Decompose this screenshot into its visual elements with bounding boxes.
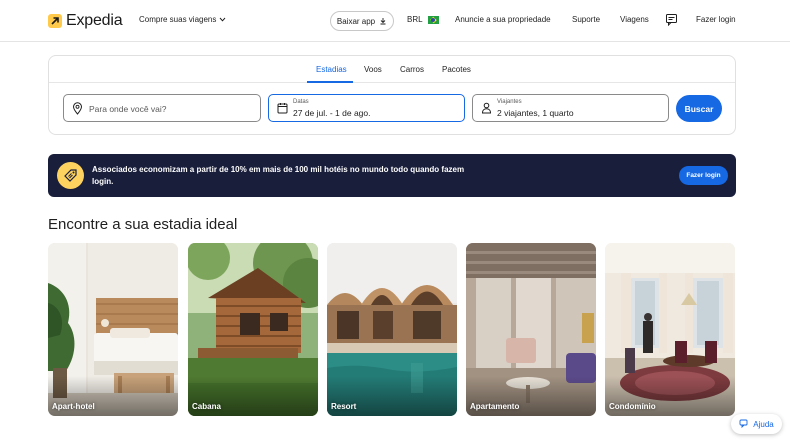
help-chat-icon [739,419,748,429]
member-promo-banner: Associados economizam a partir de 10% em… [48,154,736,197]
top-header: Expedia Compre suas viagens Baixar app B… [0,0,790,42]
active-tab-indicator [307,81,353,83]
trip-menu[interactable]: Compre suas viagens [139,15,226,24]
stay-card-label: Condomínio [609,402,656,411]
destination-field[interactable]: Para onde você vai? [63,94,261,122]
tab-cars[interactable]: Carros [400,65,424,74]
stay-card-apart-hotel[interactable]: Apart-hotel [48,243,178,416]
chevron-down-icon [220,17,226,22]
tag-icon [57,162,84,189]
tab-packages[interactable]: Pacotes [442,65,471,74]
chat-icon[interactable] [665,13,678,26]
promo-login-button[interactable]: Fazer login [679,166,728,185]
dates-value: 27 de jul. - 1 de ago. [293,108,371,118]
stay-card-label: Apart-hotel [52,402,95,411]
brazil-flag-icon [427,15,439,24]
section-title: Encontre a sua estadia ideal [48,216,238,233]
search-button[interactable]: Buscar [676,95,722,122]
travelers-label: Viajantes [497,99,522,105]
travelers-field[interactable]: Viajantes 2 viajantes, 1 quarto [472,94,669,122]
promo-text: Associados economizam a partir de 10% em… [92,165,465,186]
tab-flights[interactable]: Voos [364,65,382,74]
stay-card-label: Resort [331,402,357,411]
help-label: Ajuda [753,419,774,429]
stay-card-label: Cabana [192,402,221,411]
dates-label: Datas [293,99,309,105]
help-button[interactable]: Ajuda [731,414,782,434]
get-app-button[interactable]: Baixar app [330,11,394,31]
dates-field[interactable]: Datas 27 de jul. - 1 de ago. [268,94,465,122]
login-link[interactable]: Fazer login [696,15,736,24]
expedia-logo[interactable]: Expedia [48,12,123,30]
tab-stays[interactable]: Estadias [316,65,347,74]
currency-label: BRL [407,15,423,24]
destination-placeholder: Para onde você vai? [89,104,167,114]
list-property-link[interactable]: Anuncie a sua propriedade [455,15,551,24]
logo-text: Expedia [66,12,123,29]
person-icon [481,102,492,114]
trip-menu-label: Compre suas viagens [139,15,217,24]
stay-card-cabin[interactable]: Cabana [188,243,318,416]
travelers-value: 2 viajantes, 1 quarto [497,108,574,118]
trips-link[interactable]: Viagens [620,15,649,24]
location-pin-icon [72,102,83,115]
stay-card-apartment[interactable]: Apartamento [466,243,596,416]
get-app-label: Baixar app [336,16,376,26]
support-link[interactable]: Suporte [572,15,600,24]
logo-arrow-icon [48,14,62,28]
calendar-icon [277,103,288,114]
search-tabs: Estadias Voos Carros Pacotes [49,56,735,83]
stay-card-label: Apartamento [470,402,520,411]
download-icon [380,18,386,25]
currency-selector[interactable]: BRL [407,15,439,24]
search-form: Estadias Voos Carros Pacotes Para onde v… [48,55,736,135]
stay-card-condo[interactable]: Condomínio [605,243,735,416]
stay-card-resort[interactable]: Resort [327,243,457,416]
